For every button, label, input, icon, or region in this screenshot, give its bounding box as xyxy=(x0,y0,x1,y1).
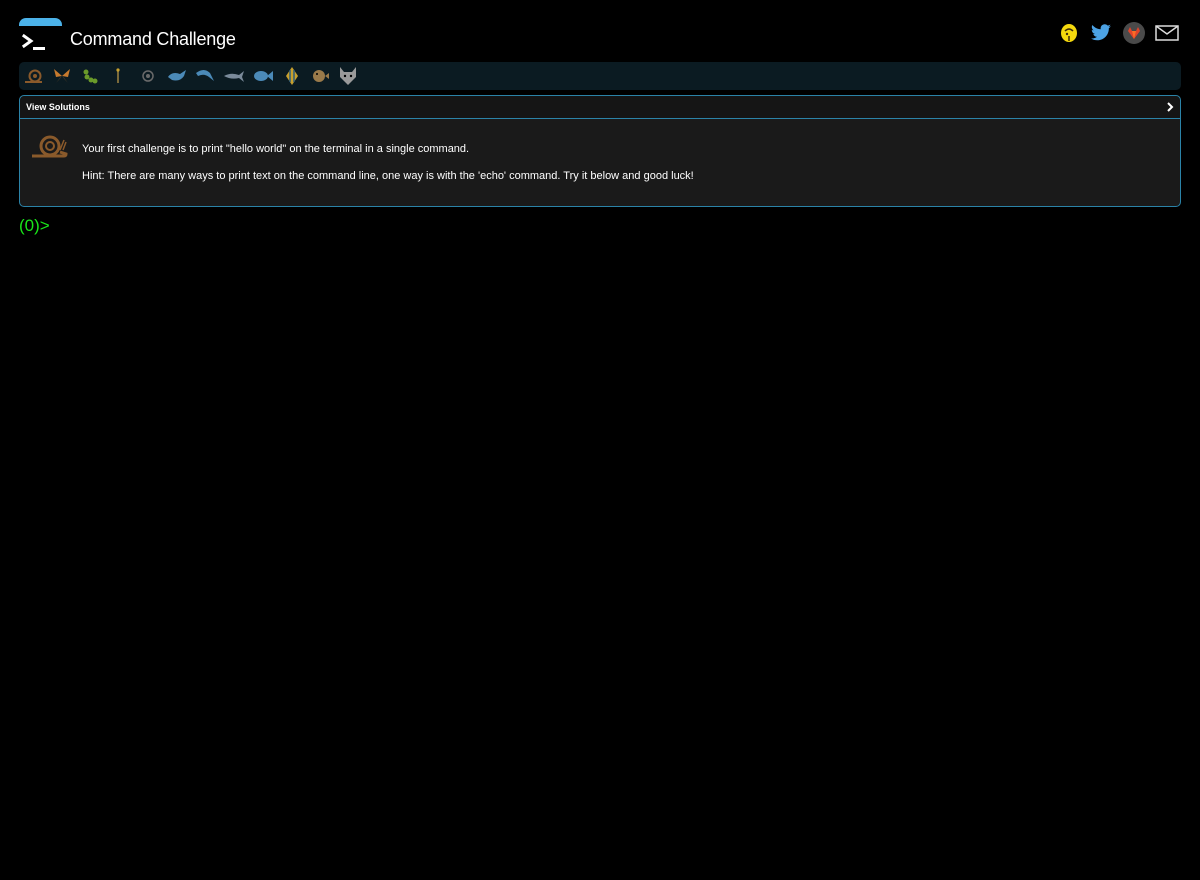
snail-icon[interactable] xyxy=(23,65,45,87)
circle-icon[interactable] xyxy=(137,65,159,87)
whale-icon[interactable] xyxy=(166,65,188,87)
challenge-text: Your first challenge is to print "hello … xyxy=(82,143,470,155)
angelfish-icon[interactable] xyxy=(281,65,303,87)
gitlab-icon[interactable] xyxy=(1122,22,1146,44)
fish-icon[interactable] xyxy=(252,65,274,87)
level-bar xyxy=(19,62,1181,90)
view-solutions-toggle[interactable]: View Solutions xyxy=(20,96,1180,119)
command-input[interactable] xyxy=(52,214,1180,238)
view-solutions-label: View Solutions xyxy=(26,102,90,112)
hint-text: Hint: There are many ways to print text … xyxy=(82,170,694,182)
caterpillar-icon[interactable] xyxy=(79,65,101,87)
snail-icon xyxy=(32,135,68,158)
header: Command Challenge xyxy=(0,0,1200,62)
wolf-icon[interactable] xyxy=(337,65,359,87)
chevron-right-icon xyxy=(1167,102,1174,112)
terminal-prompt-icon xyxy=(22,33,45,50)
dolphin-icon[interactable] xyxy=(194,65,216,87)
pufferfish-icon[interactable] xyxy=(309,65,331,87)
prompt-label: (0)> xyxy=(19,216,50,235)
logo[interactable] xyxy=(19,18,62,56)
shark-icon[interactable] xyxy=(223,65,245,87)
moth-icon[interactable] xyxy=(51,65,73,87)
app-title: Command Challenge xyxy=(70,29,236,49)
challenge-panel: View Solutions Your first challenge is t… xyxy=(19,95,1181,207)
mail-icon[interactable] xyxy=(1155,22,1179,44)
twitter-icon[interactable] xyxy=(1089,22,1113,44)
worm-icon[interactable] xyxy=(107,65,129,87)
buymeacoffee-icon[interactable] xyxy=(1057,22,1081,44)
